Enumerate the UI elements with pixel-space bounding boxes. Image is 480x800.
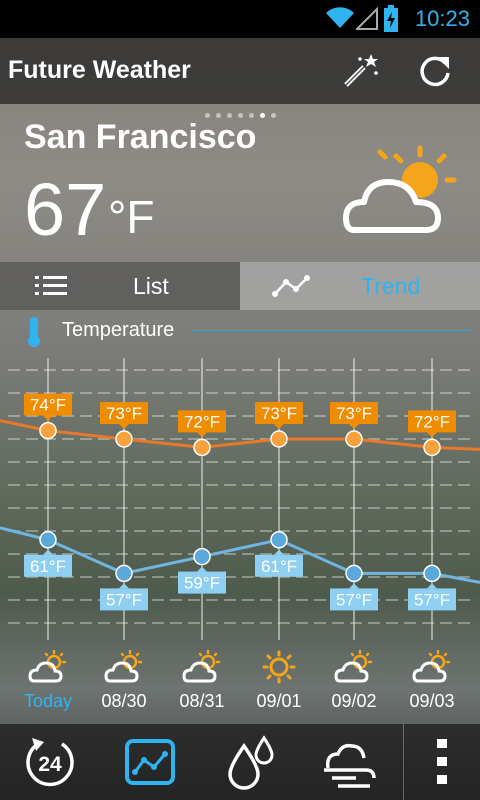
app-title: Future Weather <box>8 56 191 84</box>
more-icon <box>437 739 447 784</box>
svg-text:24: 24 <box>38 753 62 776</box>
high-badge-pointer <box>349 424 359 429</box>
high-temperature-label: 74°F <box>30 396 66 415</box>
wifi-icon <box>326 7 354 29</box>
tab-list[interactable]: List <box>0 262 240 310</box>
high-point-Today <box>39 421 57 440</box>
low-point-Today <box>39 531 57 549</box>
low-point-09/02 <box>345 564 363 583</box>
current-temperature: 67 <box>24 168 107 251</box>
high-badge-pointer <box>197 432 207 438</box>
low-badge-pointer <box>274 549 284 555</box>
low-point-08/30 <box>115 564 133 583</box>
forecast-day[interactable]: Today <box>8 649 88 712</box>
wind-icon <box>324 743 376 788</box>
low-badge-pointer <box>427 583 437 589</box>
high-badge-pointer <box>427 432 437 438</box>
high-badge-pointer <box>119 424 129 429</box>
refresh-button[interactable] <box>410 46 460 96</box>
low-point-09/01 <box>270 531 288 549</box>
magic-wand-button[interactable] <box>335 46 385 96</box>
forecast-day-label: Today <box>23 691 73 711</box>
city-name: San Francisco <box>24 118 257 156</box>
tab-list-label: List <box>133 273 169 299</box>
forecast-day-label: 09/02 <box>331 691 377 711</box>
magic-wand-icon <box>344 54 378 87</box>
view-tab-bar: List Trend <box>0 262 480 310</box>
forecast-day[interactable]: 08/30 <box>84 649 164 712</box>
low-badge-pointer <box>349 583 359 589</box>
high-point-08/30 <box>115 430 133 448</box>
low-temperature-label: 59°F <box>184 574 220 593</box>
partly-cloudy-icon <box>104 649 143 683</box>
high-badge-pointer <box>43 415 53 421</box>
tab-trend[interactable]: Trend <box>240 262 480 310</box>
partly-cloudy-icon <box>343 145 457 233</box>
signal-icon <box>356 6 378 30</box>
forecast-day-label: 09/03 <box>409 691 455 711</box>
section-divider <box>192 330 472 331</box>
low-badge-pointer <box>43 549 53 555</box>
partly-cloudy-icon <box>28 649 67 683</box>
low-temperature-label: 57°F <box>336 590 372 609</box>
tab-trend-label: Trend <box>361 273 421 299</box>
24-hour-icon: 24 <box>26 738 74 787</box>
high-temperature-label: 72°F <box>184 412 220 431</box>
high-point-09/01 <box>270 430 288 448</box>
low-temperature-label: 57°F <box>106 590 142 609</box>
low-point-08/31 <box>193 547 211 566</box>
low-temperature-label: 61°F <box>261 557 297 576</box>
section-label-temperature: Temperature <box>62 319 175 341</box>
forecast-day[interactable]: 09/01 <box>239 650 319 712</box>
sunny-icon <box>262 650 296 684</box>
partly-cloudy-icon <box>334 649 373 683</box>
high-temperature-label: 73°F <box>336 404 372 423</box>
refresh-icon <box>420 56 450 87</box>
partly-cloudy-icon <box>182 649 221 683</box>
low-badge-pointer <box>197 566 207 572</box>
more-options-button[interactable] <box>404 724 480 800</box>
trend-line-icon <box>272 275 310 297</box>
thermometer-icon <box>28 317 40 347</box>
low-temperature-label: 57°F <box>414 590 450 609</box>
humidity-icon <box>228 735 274 790</box>
forecast-day[interactable]: 08/31 <box>162 649 242 712</box>
trend-icon <box>125 739 175 785</box>
app-bar: Future Weather <box>0 38 480 104</box>
forecast-day-label: 08/30 <box>101 691 147 711</box>
high-point-09/02 <box>345 430 363 448</box>
low-badge-pointer <box>119 583 129 589</box>
list-icon <box>35 276 67 295</box>
forecast-day-label: 08/31 <box>179 691 225 711</box>
high-temperature-label: 72°F <box>414 412 450 431</box>
temperature-unit: °F <box>108 191 155 243</box>
nav-trend-button[interactable] <box>100 724 200 800</box>
high-badge-pointer <box>274 424 284 429</box>
partly-cloudy-icon <box>412 649 451 683</box>
status-time: 10:23 <box>414 6 470 31</box>
forecast-day[interactable]: 09/02 <box>314 649 394 712</box>
high-point-08/31 <box>193 438 211 457</box>
low-temperature-label: 61°F <box>30 557 66 576</box>
status-bar: 10:23 <box>0 0 480 38</box>
high-temperature-label: 73°F <box>261 404 297 423</box>
nav-humidity-button[interactable] <box>200 724 300 800</box>
high-temperature-label: 73°F <box>106 404 142 423</box>
nav-24-hour-button[interactable]: 24 <box>0 724 100 800</box>
temperature-trend-chart: 74°F 73°F 72°F 73°F 73°F 72°F 61°F 57°F 59°F 61°F… <box>0 358 480 640</box>
battery-icon <box>384 5 398 32</box>
nav-wind-button[interactable] <box>300 724 400 800</box>
bottom-navigation: 24 <box>0 724 480 800</box>
forecast-day[interactable]: 09/03 <box>392 649 472 712</box>
high-point-09/03 <box>423 438 441 457</box>
low-point-09/03 <box>423 564 441 583</box>
forecast-day-label: 09/01 <box>256 691 302 711</box>
